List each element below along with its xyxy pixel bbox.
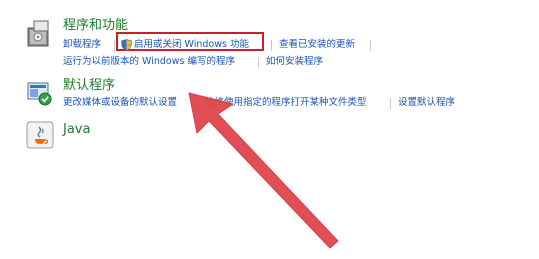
annotation-arrow [188,92,339,249]
